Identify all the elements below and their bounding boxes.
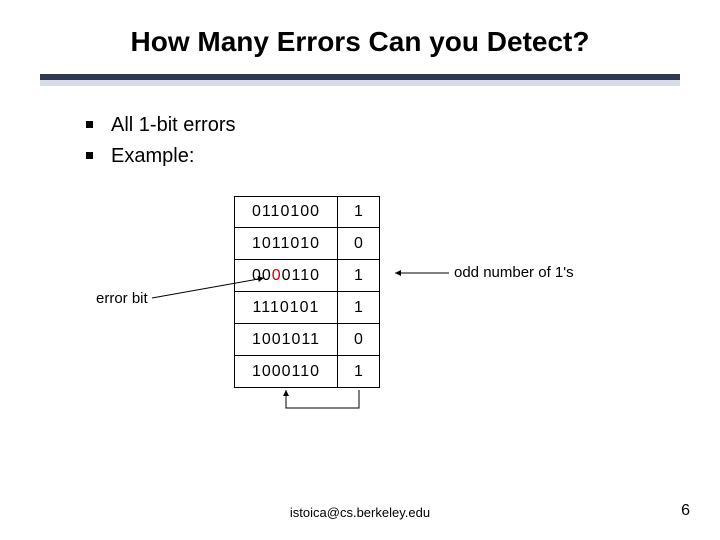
parity-cell: 1: [338, 292, 380, 324]
table-row: 1001011 0: [234, 324, 380, 356]
bullet-marker-icon: [86, 121, 93, 128]
data-cell: 1001011: [234, 324, 338, 356]
table-row: 0110100 1: [234, 196, 380, 228]
footer-page-number: 6: [681, 502, 690, 520]
title-rule-light: [40, 80, 680, 86]
table-row: 0000110 1: [234, 260, 380, 292]
data-cell: 1011010: [234, 228, 338, 260]
data-cell: 0000110: [234, 260, 338, 292]
bullet-text: Example:: [111, 143, 194, 170]
table-row: 1000110 1: [234, 356, 380, 388]
bullet-item: All 1-bit errors: [86, 112, 235, 139]
parity-cell: 1: [338, 356, 380, 388]
bullet-list: All 1-bit errors Example:: [86, 112, 235, 174]
data-cell: 1110101: [234, 292, 338, 324]
table-row: 1011010 0: [234, 228, 380, 260]
slide: How Many Errors Can you Detect? All 1-bi…: [0, 0, 720, 540]
bullet-marker-icon: [86, 152, 93, 159]
parity-cell: 0: [338, 324, 380, 356]
parity-table: 0110100 1 1011010 0 0000110 1 1110101 1 …: [234, 196, 380, 388]
parity-cell: 1: [338, 196, 380, 228]
annotation-odd-ones: odd number of 1's: [454, 264, 574, 281]
parity-cell: 1: [338, 260, 380, 292]
bullet-item: Example:: [86, 143, 235, 170]
footer-email: istoica@cs.berkeley.edu: [0, 505, 720, 520]
bullet-text: All 1-bit errors: [111, 112, 235, 139]
slide-title: How Many Errors Can you Detect?: [0, 26, 720, 58]
data-cell: 1000110: [234, 356, 338, 388]
table-row: 1110101 1: [234, 292, 380, 324]
annotation-error-bit: error bit: [96, 290, 148, 307]
parity-cell: 0: [338, 228, 380, 260]
data-cell: 0110100: [234, 196, 338, 228]
